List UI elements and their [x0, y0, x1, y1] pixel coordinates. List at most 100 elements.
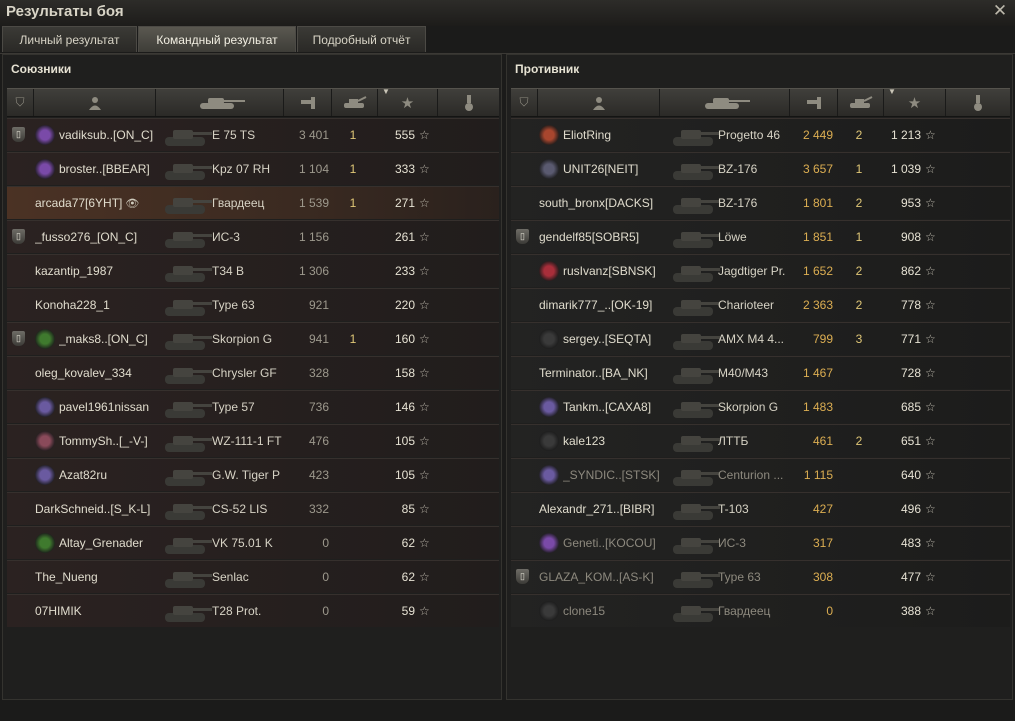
- medal-column-header[interactable]: [438, 89, 499, 116]
- xp-value: 908: [900, 230, 921, 244]
- damage-value: 3 657: [802, 162, 833, 176]
- table-row[interactable]: broster..[BBEAR] Kpz 07 RH 1 104 1 333 ☆: [7, 152, 499, 185]
- clan-emblem-icon: [539, 431, 559, 451]
- damage-value: 799: [812, 332, 833, 346]
- damage-column-header[interactable]: [790, 89, 838, 116]
- vehicle-image: [161, 564, 213, 590]
- vehicle-column-header[interactable]: [156, 89, 284, 116]
- table-row[interactable]: dimarik777_..[OK-19] Charioteer 2 363 2 778 ☆: [511, 288, 1010, 321]
- vehicle-image: [161, 258, 213, 284]
- kills-value: 2: [855, 128, 863, 142]
- table-row[interactable]: The_Nueng Senlac 0 62 ☆: [7, 560, 499, 593]
- tab-detailed-report[interactable]: Подробный отчёт: [297, 26, 426, 52]
- table-row[interactable]: ▯ _maks8..[ON_C] Skorpion G 941 1 160 ☆: [7, 322, 499, 355]
- table-row[interactable]: ▯ gendelf85[SOBR5] Löwe 1 851 1 908 ☆: [511, 220, 1010, 253]
- squad-column-header[interactable]: ⛉: [7, 89, 34, 116]
- table-row[interactable]: Alexandr_271..[BIBR] T-103 427 496 ☆: [511, 492, 1010, 525]
- squad-icon: ▯: [516, 229, 529, 244]
- kills-value: [337, 255, 369, 287]
- table-row[interactable]: oleg_kovalev_334 Chrysler GF 328 158 ☆: [7, 356, 499, 389]
- player-column-header[interactable]: [34, 89, 156, 116]
- vehicle-column-header[interactable]: [660, 89, 790, 116]
- damage-value: 1 801: [802, 196, 833, 210]
- kills-value: [337, 527, 369, 559]
- tab-team-result[interactable]: Командный результат: [138, 26, 296, 52]
- tab-personal-result[interactable]: Личный результат: [2, 26, 137, 52]
- table-row[interactable]: EliotRing Progetto 46 2 449 2 1 213 ☆: [511, 118, 1010, 151]
- table-row[interactable]: ▯ _fusso276_[ON_C] ИС-3 1 156 261 ☆: [7, 220, 499, 253]
- xp-value: 778: [900, 298, 921, 312]
- xp-value: 59: [401, 604, 415, 618]
- kills-value: [337, 459, 369, 491]
- table-row[interactable]: UNIT26[NEIT] BZ-176 3 657 1 1 039 ☆: [511, 152, 1010, 185]
- clan-emblem-icon: [35, 465, 55, 485]
- close-icon[interactable]: ✕: [991, 1, 1009, 21]
- star-icon: ☆: [419, 502, 430, 516]
- xp-value: 333: [394, 162, 415, 176]
- shield-icon: ⛉: [15, 95, 25, 109]
- vehicle-image: [161, 190, 213, 216]
- table-row[interactable]: south_bronx[DACKS] BZ-176 1 801 2 953 ☆: [511, 186, 1010, 219]
- star-icon: ☆: [419, 400, 430, 414]
- table-row[interactable]: Azat82ru G.W. Tiger P 423 105 ☆: [7, 458, 499, 491]
- allies-rows: ▯ vadiksub..[ON_C] E 75 TS 3 401 1 555 ☆ broste…: [7, 118, 499, 628]
- xp-value: 640: [900, 468, 921, 482]
- vehicle-image: [161, 224, 213, 250]
- vehicle-name: T-103: [718, 502, 749, 516]
- xp-value: 146: [394, 400, 415, 414]
- table-row[interactable]: DarkSchneid..[S_K-L] CS-52 LIS 332 85 ☆: [7, 492, 499, 525]
- damage-value: 317: [812, 536, 833, 550]
- table-row[interactable]: Tankm..[CAXA8] Skorpion G1 483 685 ☆: [511, 390, 1010, 423]
- table-row[interactable]: TommySh..[_-V-] WZ-111-1 FT 476 105 ☆: [7, 424, 499, 457]
- damage-value: 941: [308, 332, 329, 346]
- damage-value: 2 363: [802, 298, 833, 312]
- enemies-title: Противник: [515, 62, 580, 76]
- kills-value: [843, 493, 875, 525]
- xp-column-header[interactable]: ▼ ★: [884, 87, 946, 116]
- xp-value: 496: [900, 502, 921, 516]
- table-row[interactable]: clone15 Гвардеец 0 388 ☆: [511, 594, 1010, 627]
- medal-column-header[interactable]: [946, 89, 1010, 116]
- table-row[interactable]: kazantip_1987 T34 B1 306 233 ☆: [7, 254, 499, 287]
- kills-value: [337, 425, 369, 457]
- table-row[interactable]: ▯ vadiksub..[ON_C] E 75 TS 3 401 1 555 ☆: [7, 118, 499, 151]
- table-row[interactable]: Altay_Grenader VK 75.01 K 0 62 ☆: [7, 526, 499, 559]
- sort-indicator-icon: ▼: [382, 87, 390, 96]
- kills-value: 2: [855, 434, 863, 448]
- kills-column-header[interactable]: [838, 89, 884, 116]
- table-row[interactable]: ▯ GLAZA_KOM..[AS-K] Type 63 308 477 ☆: [511, 560, 1010, 593]
- vehicle-name: BZ-176: [718, 162, 758, 176]
- table-row[interactable]: Konoha228_1 Type 63 921 220 ☆: [7, 288, 499, 321]
- vehicle-name: Type 57: [212, 400, 255, 414]
- table-row[interactable]: rusIvanz[SBNSK] Jagdtiger Pr. 1 652 2 862 ☆: [511, 254, 1010, 287]
- damage-value: 427: [812, 502, 833, 516]
- star-icon: ★: [907, 94, 922, 112]
- xp-column-header[interactable]: ▼ ★: [378, 87, 438, 116]
- table-row[interactable]: _SYNDIC..[STSK] Centurion ... 1 115 640 ☆: [511, 458, 1010, 491]
- table-row[interactable]: Terminator..[BA_NK] M40/M43 1 467 728 ☆: [511, 356, 1010, 389]
- player-column-header[interactable]: [538, 89, 660, 116]
- xp-value: 483: [900, 536, 921, 550]
- damage-value: 3 401: [298, 128, 329, 142]
- damage-value: 308: [812, 570, 833, 584]
- kills-column-header[interactable]: [332, 89, 378, 116]
- table-row[interactable]: arcada77[6YHT] 👁 Гвардеец 1 539 1 271 ☆: [7, 186, 499, 219]
- star-icon: ☆: [419, 468, 430, 482]
- table-row[interactable]: 07HIMIK T28 Prot. 0 59 ☆: [7, 594, 499, 627]
- star-icon: ☆: [925, 536, 936, 550]
- table-row[interactable]: kale123 ЛТТБ 461 2 651 ☆: [511, 424, 1010, 457]
- squad-icon: ▯: [12, 229, 25, 244]
- clan-emblem-icon: [539, 329, 559, 349]
- damage-column-header[interactable]: [284, 89, 332, 116]
- damage-value: 332: [308, 502, 329, 516]
- damage-value: 423: [308, 468, 329, 482]
- squad-column-header[interactable]: ⛉: [511, 89, 538, 116]
- table-row[interactable]: pavel1961nissan Type 57 736 146 ☆: [7, 390, 499, 423]
- star-icon: ☆: [419, 196, 430, 210]
- damage-value: 1 652: [802, 264, 833, 278]
- table-row[interactable]: Geneti..[KOCOU] ИС-3 317 483 ☆: [511, 526, 1010, 559]
- table-row[interactable]: sergey..[SEQTA] AMX M4 4... 799 3 771 ☆: [511, 322, 1010, 355]
- vehicle-image: [669, 462, 721, 488]
- clan-emblem-icon: [539, 533, 559, 553]
- star-icon: ☆: [925, 604, 936, 618]
